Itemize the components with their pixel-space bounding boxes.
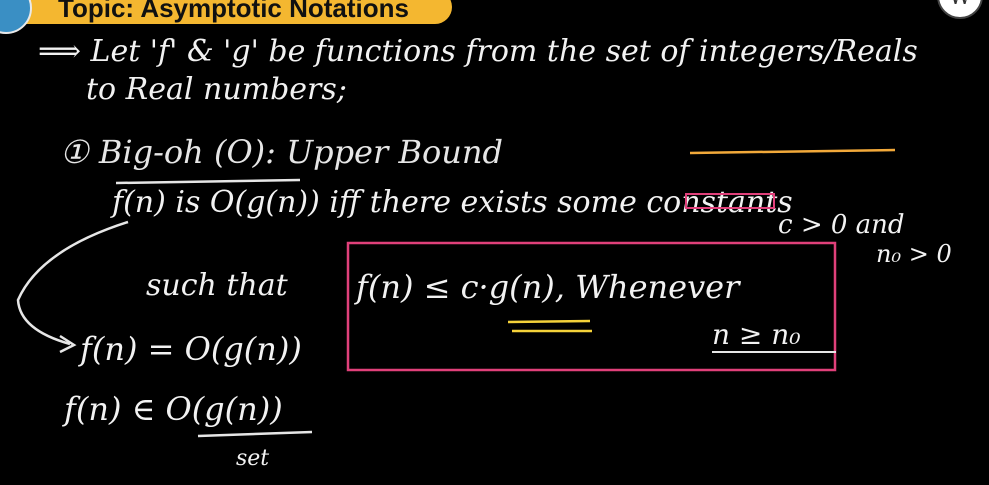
cg-underline-1 xyxy=(507,319,591,324)
some-highlight-box xyxy=(685,193,775,209)
heading-underline xyxy=(115,178,301,185)
constants-overline xyxy=(689,148,896,155)
set-underline xyxy=(197,430,313,438)
inequality-box xyxy=(346,241,837,372)
curved-arrow xyxy=(16,220,129,346)
annotation-strokes xyxy=(16,148,896,438)
